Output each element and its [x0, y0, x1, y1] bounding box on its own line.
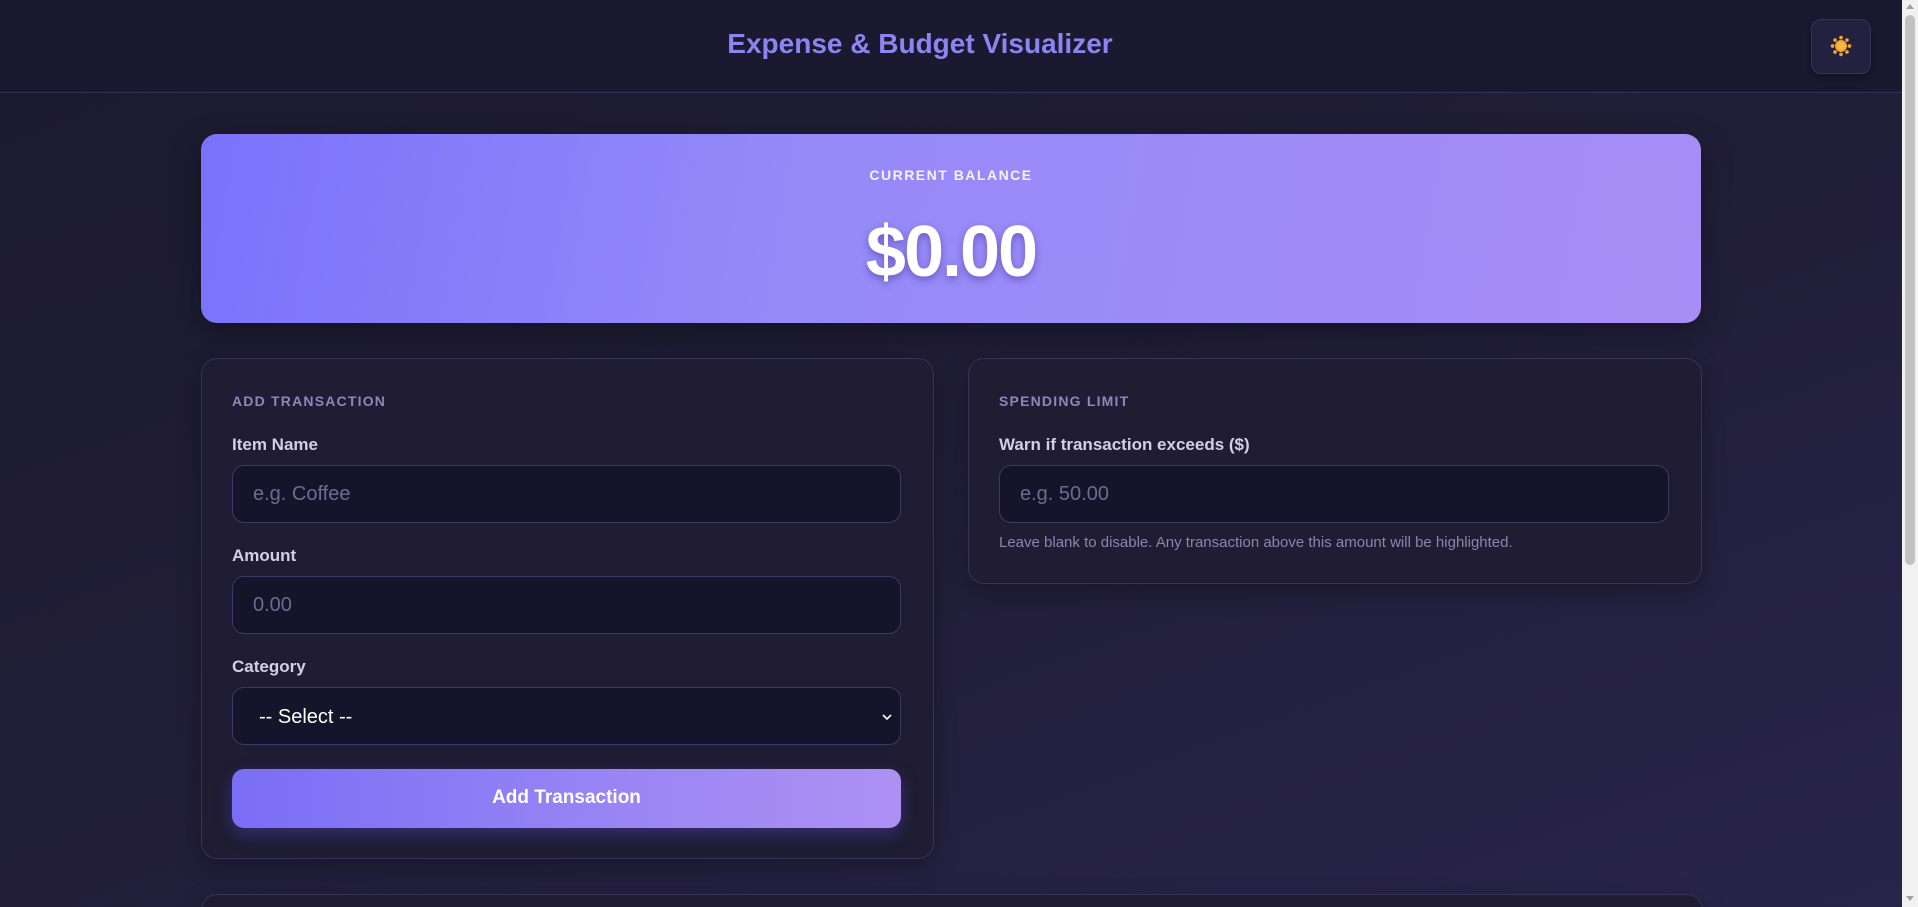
- balance-label: CURRENT BALANCE: [869, 167, 1033, 183]
- add-transaction-title: ADD TRANSACTION: [232, 393, 387, 409]
- spending-limit-title: SPENDING LIMIT: [999, 393, 1130, 409]
- page-scrollbar[interactable]: [1902, 0, 1918, 907]
- chevron-down-icon: [882, 714, 892, 721]
- add-transaction-panel: ADD TRANSACTION Item Name Amount Categor…: [201, 358, 934, 859]
- app-title: Expense & Budget Visualizer: [727, 28, 1113, 59]
- spending-limit-input[interactable]: [999, 465, 1669, 523]
- add-transaction-button[interactable]: Add Transaction: [232, 769, 901, 828]
- add-transaction-button-label: Add Transaction: [492, 787, 641, 808]
- category-label: Category: [232, 657, 306, 676]
- balance-card: CURRENT BALANCE $0.00: [201, 134, 1701, 323]
- scrollbar-thumb[interactable]: [1905, 15, 1915, 565]
- balance-value: $0.00: [865, 212, 1038, 292]
- category-selected-value: -- Select --: [259, 706, 353, 728]
- item-name-input[interactable]: [232, 465, 901, 523]
- app-header: Expense & Budget Visualizer: [0, 0, 1902, 93]
- item-name-label: Item Name: [232, 435, 318, 454]
- category-select[interactable]: -- Select --: [232, 687, 901, 745]
- limit-label: Warn if transaction exceeds ($): [999, 435, 1250, 454]
- scroll-down-arrow-icon[interactable]: [1906, 896, 1914, 901]
- spending-limit-panel: SPENDING LIMIT Warn if transaction excee…: [968, 358, 1702, 584]
- amount-label: Amount: [232, 546, 297, 565]
- spending-limit-hint: Leave blank to disable. Any transaction …: [999, 534, 1513, 551]
- theme-toggle-button[interactable]: [1811, 19, 1871, 74]
- sun-icon: [1830, 35, 1852, 57]
- amount-input[interactable]: [232, 576, 901, 634]
- next-panel: [201, 894, 1703, 907]
- scroll-up-arrow-icon[interactable]: [1906, 4, 1914, 9]
